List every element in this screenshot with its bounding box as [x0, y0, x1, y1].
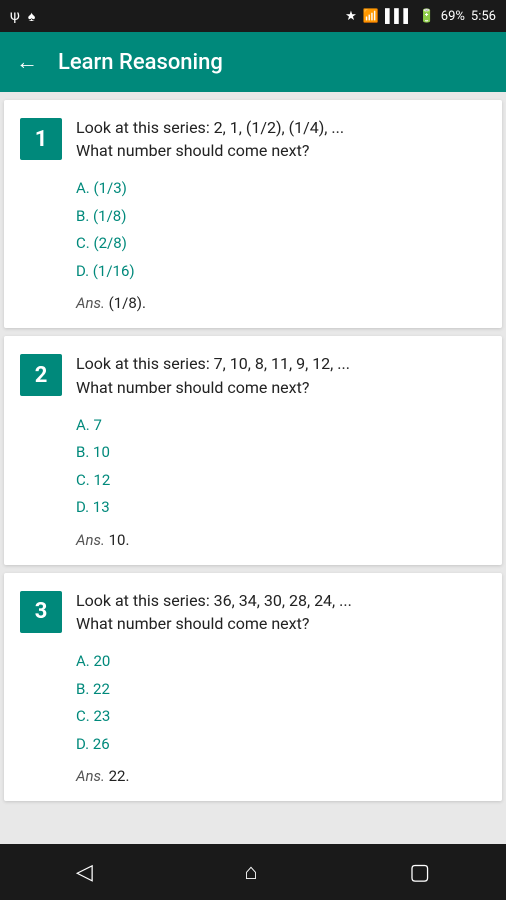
status-right-icons: ★ 📶 ▌▌▌ 🔋 69% 5:56: [345, 8, 496, 24]
nav-bar: ◁ ⌂ ▢: [0, 844, 506, 900]
nav-home-icon[interactable]: ⌂: [244, 859, 257, 885]
list-item[interactable]: A. 7: [76, 413, 486, 439]
clock: 5:56: [471, 9, 496, 24]
star-icon: ★: [345, 9, 357, 24]
ans-value: (1/8).: [105, 294, 146, 312]
ans-label: Ans.: [76, 294, 105, 312]
list-item[interactable]: C. 23: [76, 704, 486, 730]
answer-line: Ans. 22.: [76, 767, 486, 785]
list-item[interactable]: B. (1/8): [76, 204, 486, 230]
battery-icon: 🔋: [419, 9, 435, 24]
usb-icon: ψ: [10, 8, 20, 24]
signal-icon: ▌▌▌: [385, 8, 413, 24]
ans-label: Ans.: [76, 767, 105, 785]
question-number: 3: [20, 591, 62, 633]
list-item[interactable]: D. 13: [76, 495, 486, 521]
answer-line: Ans. 10.: [76, 531, 486, 549]
wifi-icon: 📶: [363, 9, 379, 24]
question-header: 3 Look at this series: 36, 34, 30, 28, 24…: [20, 589, 486, 635]
options-list: A. (1/3)B. (1/8)C. (2/8)D. (1/16): [76, 176, 486, 284]
ans-value: 10.: [105, 531, 130, 549]
page-title: Learn Reasoning: [58, 50, 223, 75]
answer-line: Ans. (1/8).: [76, 294, 486, 312]
nav-back-icon[interactable]: ◁: [76, 860, 93, 885]
list-item[interactable]: C. (2/8): [76, 231, 486, 257]
question-number: 2: [20, 354, 62, 396]
question-text: Look at this series: 2, 1, (1/2), (1/4),…: [76, 116, 344, 162]
status-left-icons: ψ ♠: [10, 8, 35, 25]
status-bar: ψ ♠ ★ 📶 ▌▌▌ 🔋 69% 5:56: [0, 0, 506, 32]
list-item[interactable]: B. 10: [76, 440, 486, 466]
question-card: 2 Look at this series: 7, 10, 8, 11, 9, 1…: [4, 336, 502, 564]
ans-label: Ans.: [76, 531, 105, 549]
nav-recents-icon[interactable]: ▢: [409, 860, 430, 885]
question-number: 1: [20, 118, 62, 160]
options-list: A. 20B. 22C. 23D. 26: [76, 649, 486, 757]
list-item[interactable]: C. 12: [76, 468, 486, 494]
battery-percent: 69%: [441, 9, 465, 24]
question-card: 1 Look at this series: 2, 1, (1/2), (1/4)…: [4, 100, 502, 328]
question-header: 2 Look at this series: 7, 10, 8, 11, 9, 1…: [20, 352, 486, 398]
question-text: Look at this series: 36, 34, 30, 28, 24,…: [76, 589, 352, 635]
question-text: Look at this series: 7, 10, 8, 11, 9, 12…: [76, 352, 350, 398]
question-header: 1 Look at this series: 2, 1, (1/2), (1/4)…: [20, 116, 486, 162]
list-item[interactable]: D. (1/16): [76, 259, 486, 285]
content-area: 1 Look at this series: 2, 1, (1/2), (1/4)…: [0, 92, 506, 844]
back-button[interactable]: ←: [16, 49, 38, 75]
list-item[interactable]: A. 20: [76, 649, 486, 675]
options-list: A. 7B. 10C. 12D. 13: [76, 413, 486, 521]
list-item[interactable]: B. 22: [76, 677, 486, 703]
ans-value: 22.: [105, 767, 130, 785]
list-item[interactable]: D. 26: [76, 732, 486, 758]
app-bar: ← Learn Reasoning: [0, 32, 506, 92]
question-card: 3 Look at this series: 36, 34, 30, 28, 24…: [4, 573, 502, 801]
android-icon: ♠: [28, 8, 35, 25]
list-item[interactable]: A. (1/3): [76, 176, 486, 202]
